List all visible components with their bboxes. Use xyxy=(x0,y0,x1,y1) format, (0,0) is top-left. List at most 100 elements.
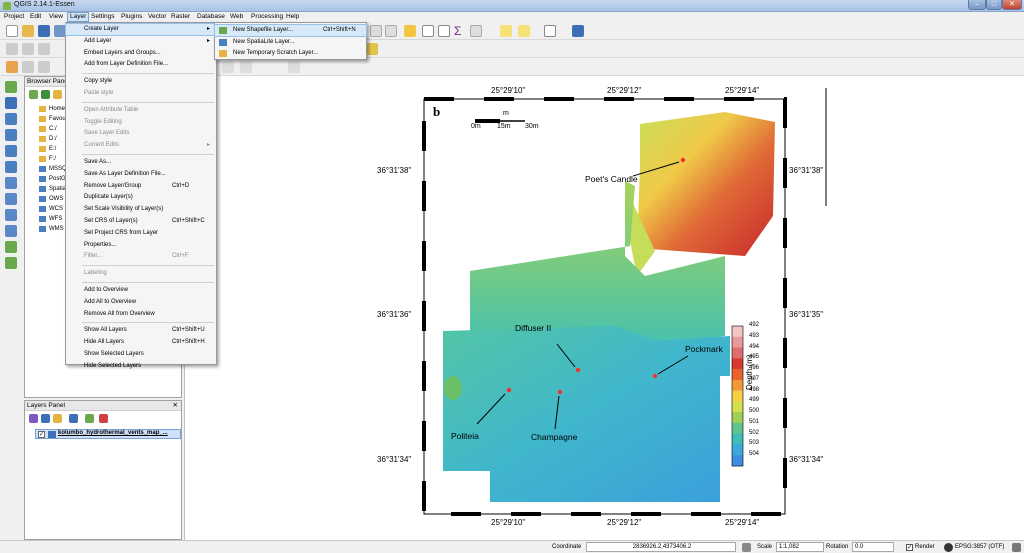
help-icon[interactable] xyxy=(572,25,584,37)
menu-item-icon xyxy=(70,61,78,68)
sum-icon[interactable]: Σ xyxy=(454,24,461,38)
expand-icon[interactable] xyxy=(85,414,94,423)
add-mssql-icon[interactable] xyxy=(5,145,17,157)
create-layer-item[interactable]: New SpatiaLite Layer... xyxy=(215,37,366,48)
layer-menu-item[interactable]: Copy style xyxy=(66,76,216,87)
layer-checkbox[interactable]: ✓ xyxy=(38,431,45,438)
group-icon[interactable] xyxy=(69,414,78,423)
plugin-icon[interactable] xyxy=(6,61,18,73)
new-project-icon[interactable] xyxy=(6,25,18,37)
save-edits-icon[interactable] xyxy=(38,43,50,55)
layer-menu-item[interactable]: Remove Layer/Group Ctrl+D xyxy=(66,181,216,192)
identify-icon[interactable] xyxy=(385,25,397,37)
add-spatialite-icon[interactable] xyxy=(5,129,17,141)
remove-icon[interactable] xyxy=(99,414,108,423)
render-checkbox[interactable]: ✓ xyxy=(906,544,913,551)
menu-edit[interactable]: Edit xyxy=(30,13,41,20)
refresh-icon[interactable] xyxy=(22,61,34,73)
open-project-icon[interactable] xyxy=(22,25,34,37)
layer-menu-item[interactable]: Add Layer ▸ xyxy=(66,36,216,47)
add-wms-icon[interactable] xyxy=(5,177,17,189)
add-virtual-icon[interactable] xyxy=(5,241,17,253)
close-button[interactable]: ✕ xyxy=(1002,0,1022,10)
menu-settings[interactable]: Settings xyxy=(91,13,115,20)
digitize-icon[interactable] xyxy=(222,61,234,73)
layer-menu-item[interactable]: Hide Selected Layers xyxy=(66,361,216,372)
node-tool-icon[interactable] xyxy=(240,61,252,73)
map-canvas[interactable]: b m 0m 15m 30m 25°29'10" 25°29'12" 25°29… xyxy=(184,76,1024,540)
menu-web[interactable]: Web xyxy=(230,13,243,20)
style-icon[interactable] xyxy=(29,414,38,423)
add-wcs-icon[interactable] xyxy=(5,193,17,205)
field-calc-icon[interactable] xyxy=(438,25,450,37)
menu-processing[interactable]: Processing xyxy=(251,13,283,20)
pencil-icon[interactable] xyxy=(6,43,18,55)
add-vector-icon[interactable] xyxy=(5,81,17,93)
rotate-icon[interactable] xyxy=(288,61,300,73)
layer-menu-item[interactable]: Set CRS of Layer(s) Ctrl+Shift+C xyxy=(66,216,216,227)
layer-menu-item[interactable]: Save As... xyxy=(66,157,216,168)
menu-raster[interactable]: Raster xyxy=(171,13,190,20)
coordinate-field[interactable]: 2836926.2,4373406.2 xyxy=(586,542,736,552)
layer-menu-item[interactable]: Show Selected Layers xyxy=(66,349,216,360)
layer-menu-item[interactable]: Save As Layer Definition File... xyxy=(66,169,216,180)
layer-menu-item[interactable]: Add All to Overview xyxy=(66,297,216,308)
rotation-field[interactable]: 0.0 xyxy=(852,542,894,552)
text-annotation-icon[interactable] xyxy=(544,25,556,37)
layer-type-icon xyxy=(219,27,227,34)
layer-menu-item[interactable]: Duplicate Layer(s) xyxy=(66,192,216,203)
menu-item-label: Filter... xyxy=(84,253,103,260)
add-delimited-icon[interactable] xyxy=(5,225,17,237)
layer-row[interactable]: ✓ kolumbo_hydrothermal_vents_map_... xyxy=(35,429,181,439)
menu-help[interactable]: Help xyxy=(286,13,299,20)
add-postgis-icon[interactable] xyxy=(5,113,17,125)
filter-icon[interactable] xyxy=(53,414,62,423)
layer-menu-item[interactable]: Create Layer ▸ xyxy=(65,23,217,36)
menu-layer[interactable]: Layer xyxy=(67,12,90,22)
menu-database[interactable]: Database xyxy=(197,13,225,20)
mouse-icon[interactable] xyxy=(742,543,751,552)
layer-menu-item[interactable]: Properties... xyxy=(66,240,216,251)
maximize-button[interactable]: □ xyxy=(986,0,1002,10)
colorbar-segment xyxy=(732,444,743,456)
layer-menu-item[interactable]: Remove All from Overview xyxy=(66,309,216,320)
layers-panel-close-icon[interactable]: ✕ xyxy=(173,401,178,411)
add-raster-icon[interactable] xyxy=(5,97,17,109)
layer-menu-item[interactable]: Show All Layers Ctrl+Shift+U xyxy=(66,325,216,336)
measure-icon[interactable] xyxy=(470,25,482,37)
save-project-icon[interactable] xyxy=(38,25,50,37)
layer-menu-item[interactable]: Add to Overview xyxy=(66,285,216,296)
new-layer-icon[interactable] xyxy=(5,257,17,269)
pan-icon[interactable] xyxy=(370,25,382,37)
create-layer-item[interactable]: New Temporary Scratch Layer... xyxy=(215,48,366,59)
add-oracle-icon[interactable] xyxy=(5,161,17,173)
menu-project[interactable]: Project xyxy=(4,13,24,20)
attribute-table-icon[interactable] xyxy=(422,25,434,37)
select-icon[interactable] xyxy=(404,25,416,37)
menu-vector[interactable]: Vector xyxy=(148,13,166,20)
layer-menu-item[interactable]: Set Scale Visibility of Layer(s) xyxy=(66,204,216,215)
edit-icon[interactable] xyxy=(22,43,34,55)
colorbar-segment xyxy=(732,412,743,424)
refresh-icon[interactable] xyxy=(41,90,50,99)
globe-icon[interactable] xyxy=(944,543,953,552)
eye-icon[interactable] xyxy=(41,414,50,423)
undo-icon[interactable] xyxy=(38,61,50,73)
add-selected-icon[interactable] xyxy=(29,90,38,99)
annotation-icon[interactable] xyxy=(518,25,530,37)
tips-icon[interactable] xyxy=(500,25,512,37)
layer-menu-item[interactable]: Set Project CRS from Layer xyxy=(66,228,216,239)
messages-icon[interactable] xyxy=(1012,543,1021,552)
scale-field[interactable]: 1:1,082 xyxy=(776,542,824,552)
label-icon[interactable] xyxy=(366,43,378,55)
layer-menu-item[interactable]: Hide All Layers Ctrl+Shift+H xyxy=(66,337,216,348)
filter-icon[interactable] xyxy=(53,90,62,99)
layer-menu-item[interactable]: Add from Layer Definition File... xyxy=(66,59,216,70)
menu-plugins[interactable]: Plugins xyxy=(121,13,142,20)
create-layer-item[interactable]: New Shapefile Layer... Ctrl+Shift+N xyxy=(214,24,367,37)
minimize-button[interactable]: – xyxy=(968,0,986,10)
add-wfs-icon[interactable] xyxy=(5,209,17,221)
crs-label[interactable]: EPSG:3857 (OTF) xyxy=(955,544,1004,550)
layer-menu-item[interactable]: Embed Layers and Groups... xyxy=(66,48,216,59)
menu-view[interactable]: View xyxy=(49,13,63,20)
